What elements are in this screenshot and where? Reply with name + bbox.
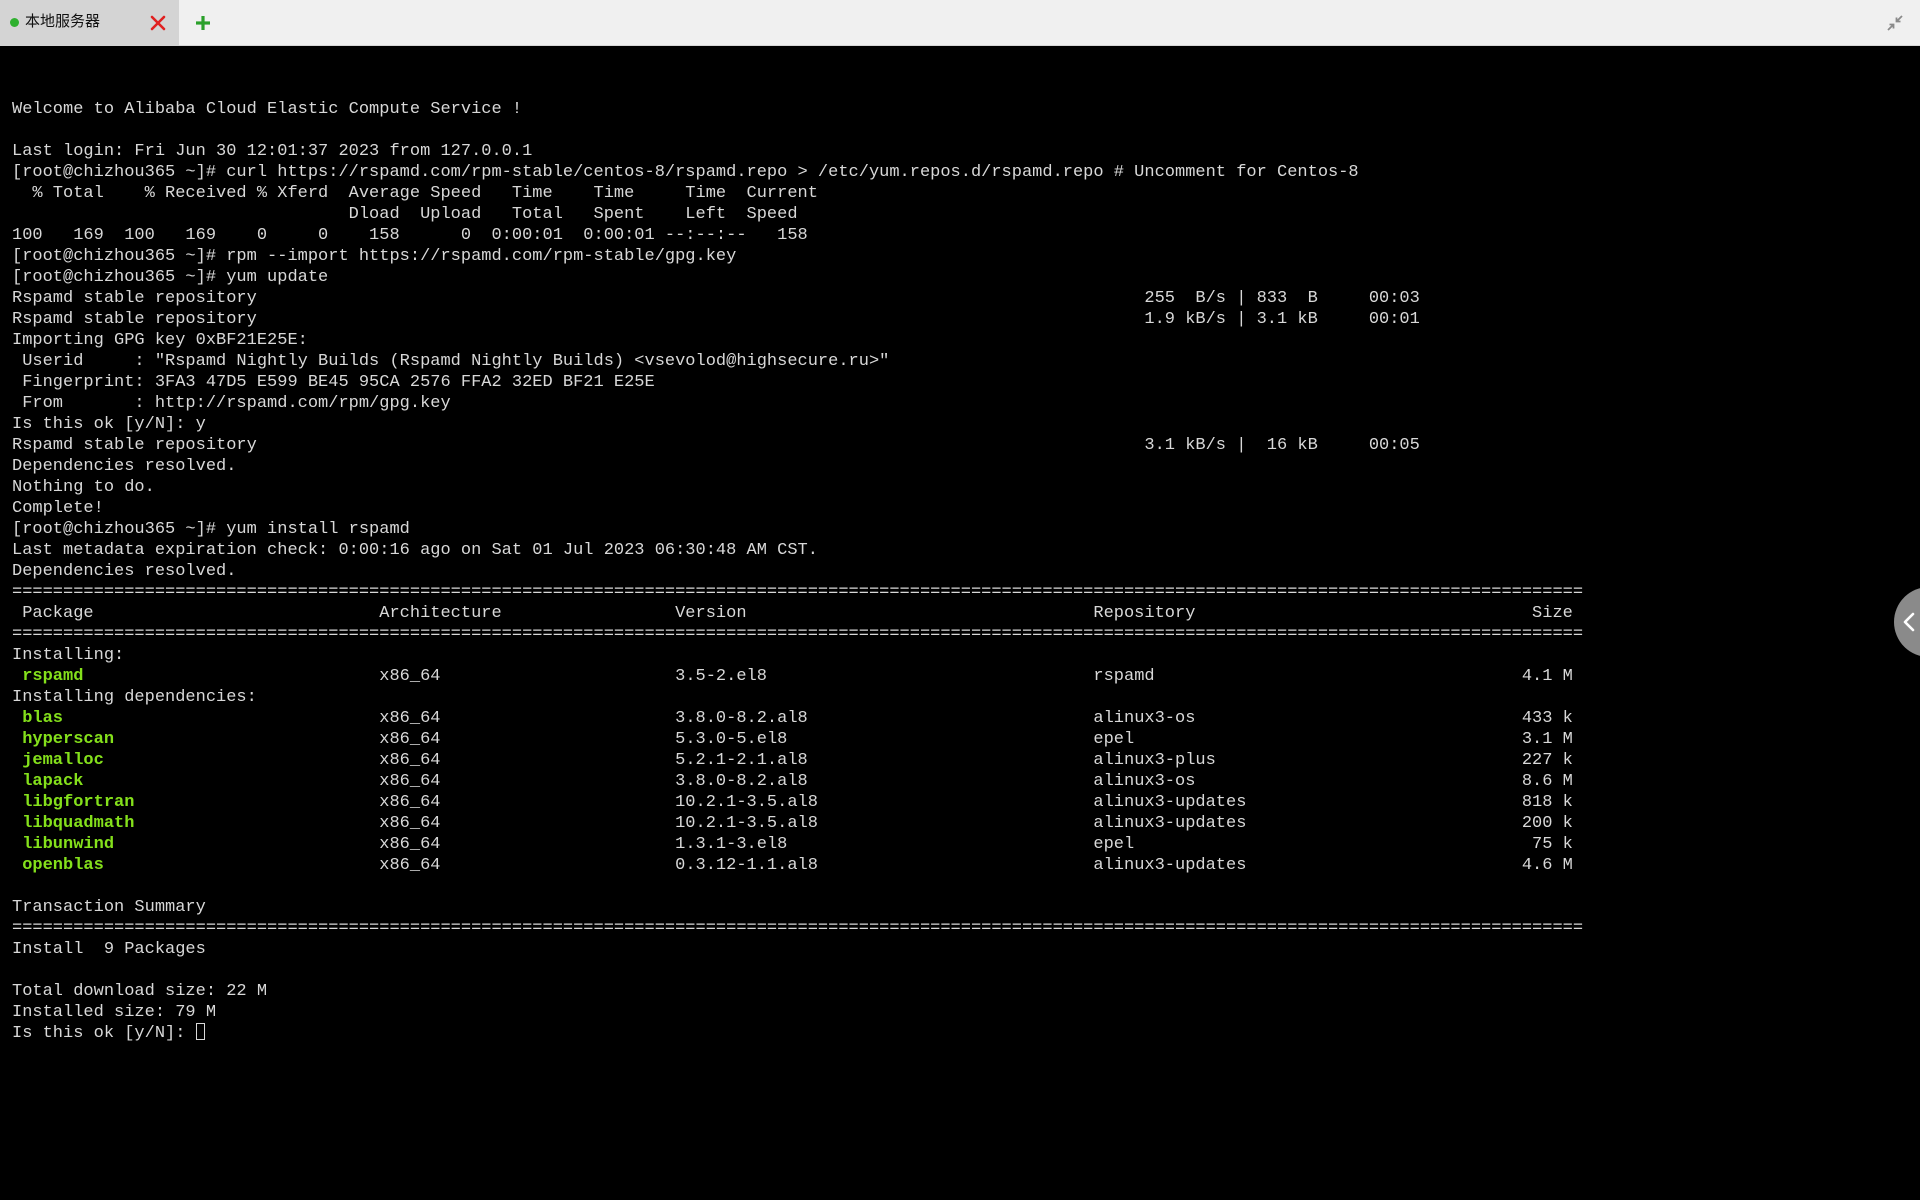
terminal-line: Is this ok [y/N]: y [12,415,206,434]
terminal-line: Installed size: 79 M [12,1003,217,1022]
package-details: x86_64 10.2.1-3.5.al8 alinux3-updates 20… [379,814,1573,833]
table-row: lapack x86_64 3.8.0-8.2.al8 alinux3-os 8… [12,772,1573,791]
terminal-line: Install 9 Packages [12,940,206,959]
terminal-line: Userid : "Rspamd Nightly Builds (Rspamd … [22,352,890,371]
terminal-line: Nothing to do. [12,478,155,497]
tab-bar: 本地服务器 [0,0,1920,46]
package-name: jemalloc [22,751,104,770]
terminal-line: Transaction Summary [12,898,206,917]
prompt-text: Is this ok [y/N]: [12,1024,196,1043]
table-row: libquadmath x86_64 10.2.1-3.5.al8 alinux… [12,814,1573,833]
package-details: x86_64 10.2.1-3.5.al8 alinux3-updates 81… [379,793,1573,812]
table-row: openblas x86_64 0.3.12-1.1.al8 alinux3-u… [12,856,1573,875]
section-header: Installing: [12,646,125,665]
terminal-line: ========================================… [12,919,1584,938]
table-row: blas x86_64 3.8.0-8.2.al8 alinux3-os 433… [12,709,1573,728]
terminal-line: ========================================… [12,583,1584,602]
terminal-output: Welcome to Alibaba Cloud Elastic Compute… [12,78,1583,1044]
terminal-line: Last login: Fri Jun 30 12:01:37 2023 fro… [12,142,533,161]
terminal-line: Complete! [12,499,104,518]
table-row: libunwind x86_64 1.3.1-3.el8 epel 75 k [12,835,1573,854]
package-details: x86_64 3.5-2.el8 rspamd 4.1 M [379,667,1573,686]
package-name: libgfortran [22,793,135,812]
package-details: x86_64 0.3.12-1.1.al8 alinux3-updates 4.… [379,856,1573,875]
tab-local-server[interactable]: 本地服务器 [0,0,179,46]
terminal-line: 100 169 100 169 0 0 158 0 0:00:01 0:00:0… [12,226,808,245]
terminal-line: Importing GPG key 0xBF21E25E: [12,331,308,350]
package-details: x86_64 3.8.0-8.2.al8 alinux3-os 8.6 M [379,772,1573,791]
package-details: x86_64 1.3.1-3.el8 epel 75 k [379,835,1573,854]
terminal-line: Dependencies resolved. [12,562,237,581]
table-row: jemalloc x86_64 5.2.1-2.1.al8 alinux3-pl… [12,751,1573,770]
restore-icon[interactable] [1886,14,1904,32]
plus-icon[interactable] [193,13,213,33]
transaction-summary: Transaction Summary ====================… [12,898,1583,1022]
table-row: libgfortran x86_64 10.2.1-3.5.al8 alinux… [12,793,1573,812]
close-icon[interactable] [148,13,168,33]
terminal-lines: Welcome to Alibaba Cloud Elastic Compute… [12,100,1583,644]
terminal-line: Last metadata expiration check: 0:00:16 … [12,541,818,560]
terminal-line: [root@chizhou365 ~]# rpm --import https:… [12,247,737,266]
tab-label: 本地服务器 [25,13,101,30]
terminal-line: [root@chizhou365 ~]# yum install rspamd [12,520,410,539]
table-row: rspamd x86_64 3.5-2.el8 rspamd 4.1 M [12,667,1573,686]
package-details: x86_64 3.8.0-8.2.al8 alinux3-os 433 k [379,709,1573,728]
terminal-line: Rspamd stable repository 1.9 kB/s | 3.1 … [12,310,1420,329]
package-name: blas [22,709,64,728]
terminal[interactable]: Welcome to Alibaba Cloud Elastic Compute… [0,46,1920,1200]
package-name: rspamd [22,667,84,686]
terminal-line: Rspamd stable repository 3.1 kB/s | 16 k… [12,436,1420,455]
package-details: x86_64 5.2.1-2.1.al8 alinux3-plus 227 k [379,751,1573,770]
terminal-line: Dload Upload Total Spent Left Speed [348,205,798,224]
package-name: libunwind [22,835,115,854]
terminal-line: Welcome to Alibaba Cloud Elastic Compute… [12,100,523,119]
status-dot-icon [10,18,19,27]
terminal-line: ========================================… [12,625,1584,644]
package-name: lapack [22,772,84,791]
package-details: x86_64 5.3.0-5.el8 epel 3.1 M [379,730,1573,749]
package-name: openblas [22,856,104,875]
terminal-line: % Total % Received % Xferd Average Speed… [32,184,818,203]
terminal-line: Rspamd stable repository 255 B/s | 833 B… [12,289,1420,308]
terminal-line: [root@chizhou365 ~]# yum update [12,268,329,287]
terminal-line: [root@chizhou365 ~]# curl https://rspamd… [12,163,1359,182]
terminal-line: From : http://rspamd.com/rpm/gpg.key [22,394,451,413]
package-table: Installing: rspamd x86_64 3.5-2.el8 rspa… [12,646,1573,875]
table-row: hyperscan x86_64 5.3.0-5.el8 epel 3.1 M [12,730,1573,749]
terminal-cursor [195,1023,205,1040]
package-name: libquadmath [22,814,135,833]
terminal-line: Package Architecture Version Repository … [22,604,1573,623]
terminal-line: Total download size: 22 M [12,982,268,1001]
chevron-left-icon [1903,612,1915,632]
section-header: Installing dependencies: [12,688,257,707]
package-name: hyperscan [22,730,115,749]
terminal-line: Dependencies resolved. [12,457,237,476]
terminal-line: Fingerprint: 3FA3 47D5 E599 BE45 95CA 25… [22,373,655,392]
